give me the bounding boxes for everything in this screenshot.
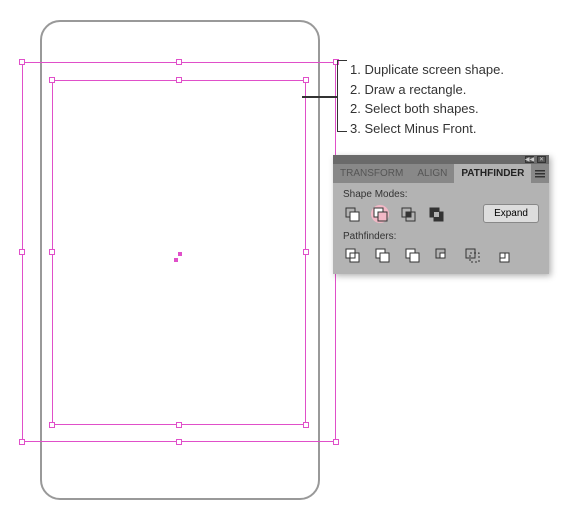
- intersect-icon[interactable]: [399, 205, 417, 223]
- selection-handle[interactable]: [19, 59, 25, 65]
- selection-handle[interactable]: [49, 77, 55, 83]
- selection-handle[interactable]: [303, 77, 309, 83]
- selection-handle[interactable]: [333, 439, 339, 445]
- selection-handle[interactable]: [176, 439, 182, 445]
- divide-icon[interactable]: [343, 246, 361, 264]
- panel-body: Shape Modes: Expand Pathfinders:: [333, 183, 549, 274]
- outline-icon[interactable]: [463, 246, 481, 264]
- tab-pathfinder[interactable]: PATHFINDER: [454, 164, 531, 183]
- selection-handle[interactable]: [176, 77, 182, 83]
- shape-modes-label: Shape Modes:: [343, 189, 539, 200]
- exclude-icon[interactable]: [427, 205, 445, 223]
- shape-modes-row: Expand: [343, 204, 539, 223]
- panel-close-icon[interactable]: ✕: [537, 156, 546, 163]
- minus-front-icon[interactable]: [371, 205, 389, 223]
- expand-button[interactable]: Expand: [483, 204, 539, 223]
- selection-handle[interactable]: [49, 422, 55, 428]
- tab-transform[interactable]: TRANSFORM: [333, 164, 410, 183]
- minus-back-icon[interactable]: [493, 246, 511, 264]
- selection-handle[interactable]: [49, 249, 55, 255]
- panel-menu-icon[interactable]: [531, 164, 549, 183]
- trim-icon[interactable]: [373, 246, 391, 264]
- instruction-step: 2. Select both shapes.: [350, 99, 504, 119]
- selection-handle[interactable]: [19, 439, 25, 445]
- selection-handle[interactable]: [176, 59, 182, 65]
- merge-icon[interactable]: [403, 246, 421, 264]
- pathfinders-label: Pathfinders:: [343, 231, 539, 242]
- crop-icon[interactable]: [433, 246, 451, 264]
- panel-topbar: ◀◀ ✕: [333, 155, 549, 164]
- panel-tabs: TRANSFORM ALIGN PATHFINDER: [333, 164, 549, 183]
- instruction-step: 3. Select Minus Front.: [350, 119, 504, 139]
- panel-collapse-icon[interactable]: ◀◀: [525, 156, 534, 163]
- tab-align[interactable]: ALIGN: [410, 164, 454, 183]
- annotation-bracket-line: [302, 96, 337, 98]
- selection-handle[interactable]: [303, 249, 309, 255]
- annotation-bracket: [337, 60, 347, 132]
- pathfinders-row: [343, 246, 539, 264]
- instruction-step: 1. Duplicate screen shape.: [350, 60, 504, 80]
- instruction-step: 2. Draw a rectangle.: [350, 80, 504, 100]
- selection-handle[interactable]: [176, 422, 182, 428]
- selection-center-marker: [178, 252, 182, 256]
- instructions-list: 1. Duplicate screen shape. 2. Draw a rec…: [350, 60, 504, 138]
- pathfinder-panel: ◀◀ ✕ TRANSFORM ALIGN PATHFINDER Shape Mo…: [333, 155, 549, 274]
- unite-icon[interactable]: [343, 205, 361, 223]
- selection-handle[interactable]: [303, 422, 309, 428]
- selection-handle[interactable]: [19, 249, 25, 255]
- selection-center-marker: [174, 258, 178, 262]
